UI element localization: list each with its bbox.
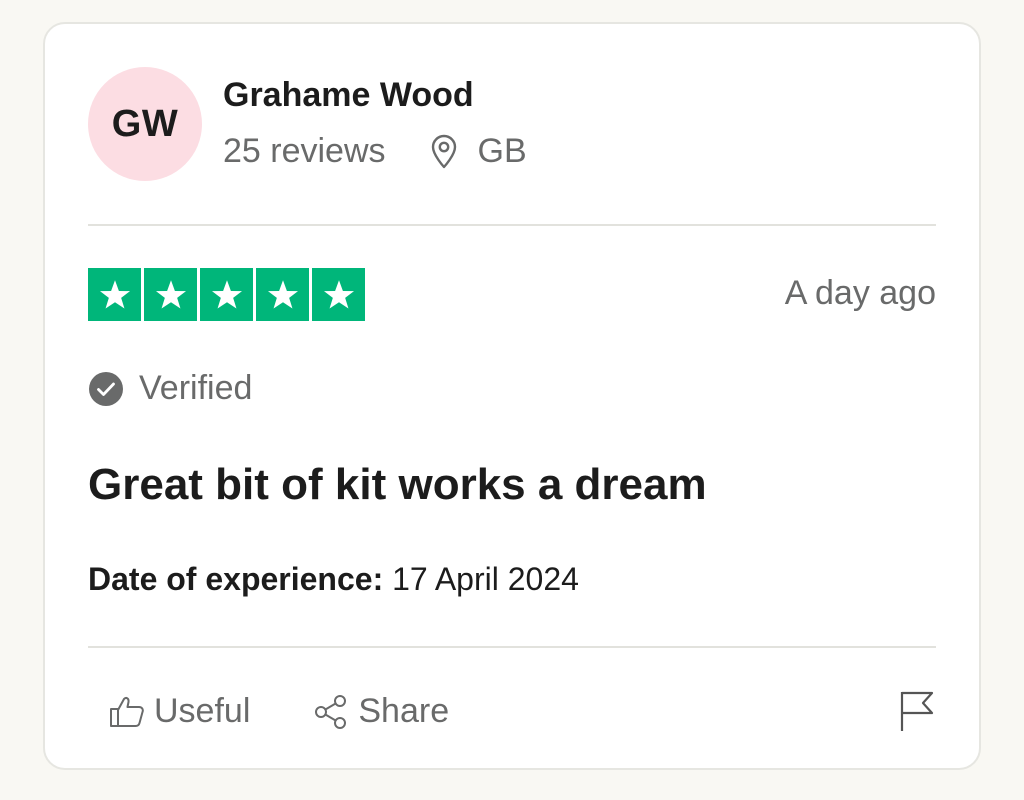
date-of-experience: Date of experience: 17 April 2024 <box>88 561 579 598</box>
star-icon <box>200 268 253 321</box>
verified-badge[interactable]: Verified <box>88 369 252 408</box>
useful-label: Useful <box>154 692 251 730</box>
experience-label: Date of experience: <box>88 561 384 597</box>
share-icon <box>315 694 347 729</box>
reviewer-review-count: 25 reviews <box>223 132 386 170</box>
share-label: Share <box>358 692 450 730</box>
experience-date: 17 April 2024 <box>392 561 579 597</box>
star-icon <box>144 268 197 321</box>
review-card: GW Grahame Wood 25 reviews GB A day ago … <box>43 22 981 770</box>
share-button[interactable]: Share <box>312 692 449 731</box>
reviewer-country: GB <box>477 132 527 170</box>
star-icon <box>88 268 141 321</box>
review-title[interactable]: Great bit of kit works a dream <box>88 460 707 510</box>
avatar-initials: GW <box>111 102 179 145</box>
review-card-content: GW Grahame Wood 25 reviews GB A day ago … <box>88 24 936 768</box>
review-posted-time: A day ago <box>784 274 936 312</box>
useful-button[interactable]: Useful <box>108 692 250 731</box>
review-actions: Useful Share <box>108 692 449 731</box>
header-divider <box>88 224 936 226</box>
flag-icon[interactable] <box>898 689 936 733</box>
thumbs-up-icon <box>110 696 144 727</box>
location-pin-icon <box>431 134 456 168</box>
check-circle-icon <box>89 371 123 406</box>
reviewer-name[interactable]: Grahame Wood <box>223 76 474 115</box>
footer-divider <box>88 646 936 648</box>
star-rating <box>88 268 365 321</box>
reviewer-meta: 25 reviews GB <box>223 132 527 171</box>
verified-label: Verified <box>139 369 253 407</box>
star-icon <box>256 268 309 321</box>
star-icon <box>312 268 365 321</box>
avatar[interactable]: GW <box>88 67 202 181</box>
